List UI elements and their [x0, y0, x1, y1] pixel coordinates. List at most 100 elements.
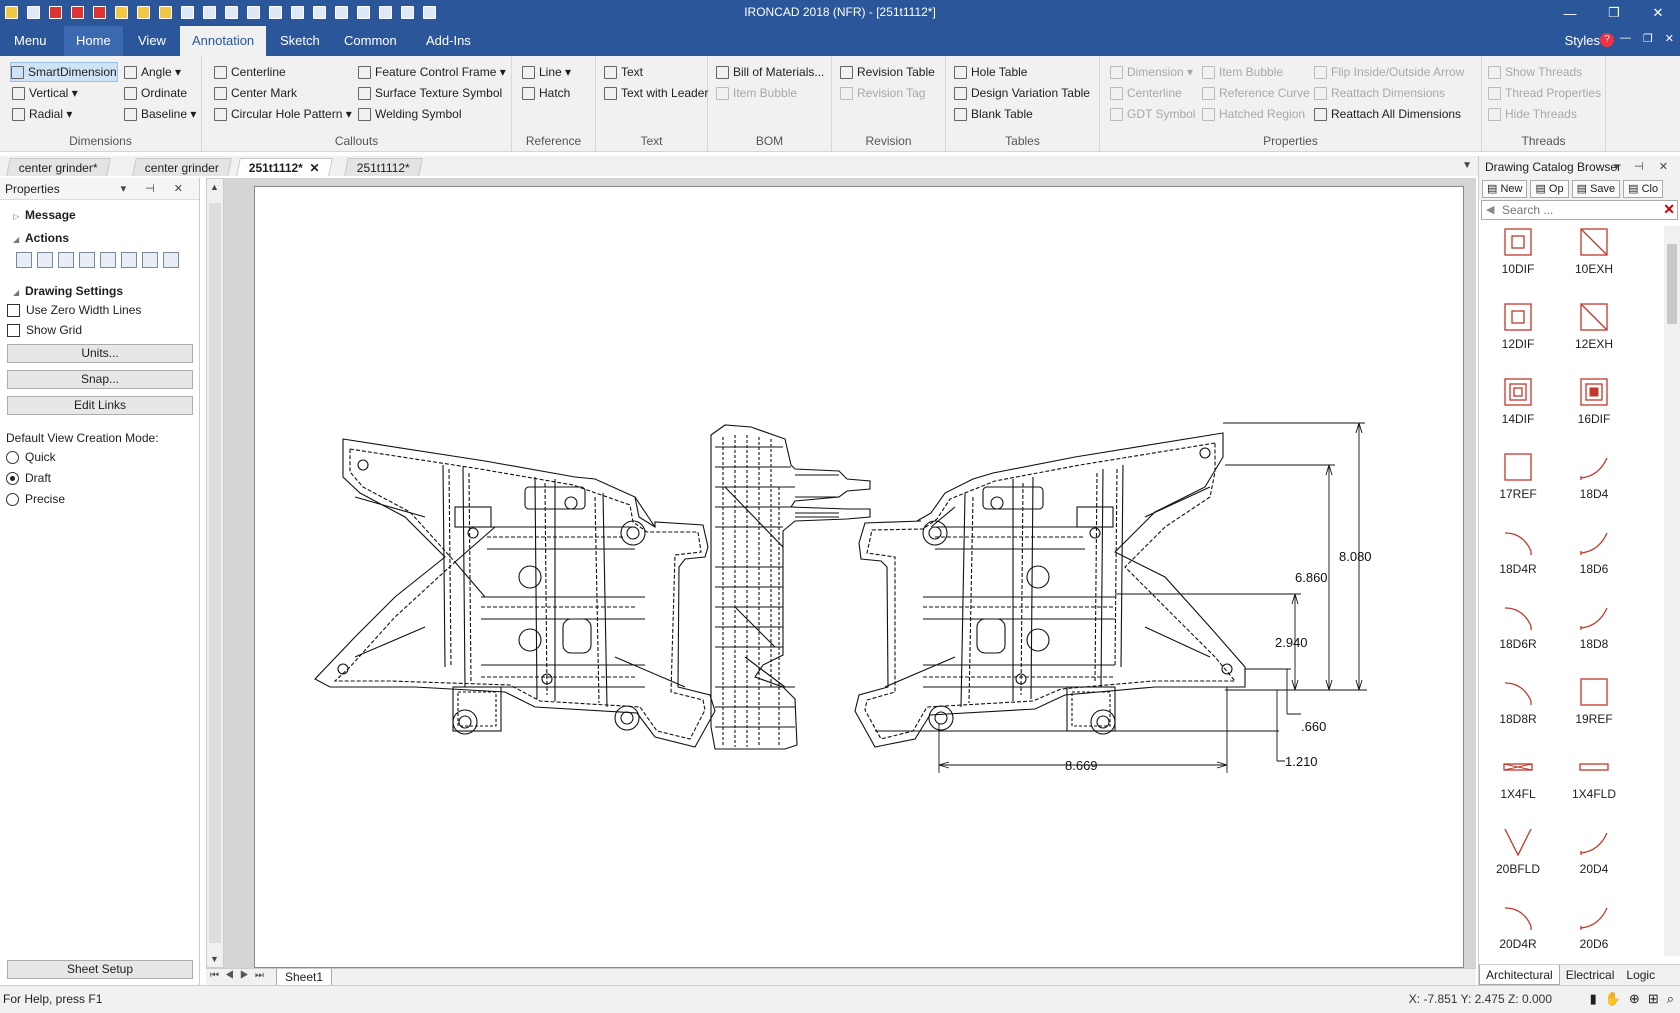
catalog-item[interactable]: 14DIF — [1483, 376, 1553, 446]
hatch-button[interactable]: Hatch — [522, 83, 570, 103]
catalog-save-button[interactable]: ▤ Save — [1571, 180, 1621, 198]
tab-sketch[interactable]: Sketch — [268, 26, 332, 56]
mode-draft-radio[interactable]: Draft — [6, 471, 51, 485]
smart-dimension-button[interactable]: SmartDimension — [10, 62, 118, 82]
action-sheet-icon[interactable] — [37, 252, 53, 268]
centerline-properties-button[interactable]: Centerline — [1110, 83, 1182, 103]
text-with-leader-button[interactable]: Text with Leader — [604, 83, 708, 103]
catalog-item[interactable]: 10EXH — [1559, 226, 1629, 296]
thread-properties-button[interactable]: Thread Properties — [1488, 83, 1601, 103]
message-section[interactable]: ▷ Message — [13, 208, 76, 222]
catalog-scroll-thumb[interactable] — [1667, 244, 1677, 324]
dim-6-860[interactable]: 6.860 — [1295, 570, 1328, 585]
dim-8-080[interactable]: 8.080 — [1339, 549, 1372, 564]
dimension-properties-button[interactable]: Dimension ▾ — [1110, 62, 1193, 82]
back-arrow-icon[interactable]: ◀ — [1486, 203, 1494, 216]
catalog-item[interactable]: 18D6 — [1559, 526, 1629, 596]
drawing-settings-section[interactable]: ◢ Drawing Settings — [13, 284, 123, 298]
catalog-item[interactable]: 19REF — [1559, 676, 1629, 746]
line-button[interactable]: Line ▾ — [522, 62, 571, 82]
mdi-close-button[interactable]: ✕ — [1665, 32, 1674, 45]
doc-tab-1[interactable]: center grinder* — [6, 158, 111, 176]
reattach-all-dimensions-button[interactable]: Reattach All Dimensions — [1314, 104, 1461, 124]
radial-dimension-button[interactable]: Radial ▾ — [12, 104, 72, 124]
catalog-open-button[interactable]: ▤ Op — [1530, 180, 1569, 198]
circular-hole-pattern-button[interactable]: Circular Hole Pattern ▾ — [214, 104, 352, 124]
units-button[interactable]: Units... — [7, 344, 193, 363]
action-list-icon[interactable] — [16, 252, 32, 268]
tabs-dropdown-icon[interactable]: ▼ — [1462, 160, 1472, 171]
front-view[interactable] — [314, 438, 716, 748]
edit-links-button[interactable]: Edit Links — [7, 396, 193, 415]
pan-hand-icon[interactable]: ✋ — [1605, 991, 1621, 1007]
action-grid-icon[interactable] — [163, 252, 179, 268]
reattach-dimensions-button[interactable]: Reattach Dimensions — [1314, 83, 1445, 103]
mode-quick-radio[interactable]: Quick — [6, 450, 56, 464]
clear-search-icon[interactable]: ✕ — [1663, 201, 1675, 218]
surface-texture-symbol-button[interactable]: Surface Texture Symbol — [358, 83, 502, 103]
dim-1-210[interactable]: 1.210 — [1285, 754, 1318, 769]
action-tree-icon[interactable] — [142, 252, 158, 268]
radio-circle-selected[interactable] — [6, 471, 19, 485]
action-cube-icon[interactable] — [121, 252, 137, 268]
catalog-item[interactable]: 18D6R — [1483, 601, 1553, 671]
zoom-window-icon[interactable]: ⊞ — [1648, 991, 1659, 1007]
flip-arrow-button[interactable]: Flip Inside/Outside Arrow — [1314, 62, 1464, 82]
catalog-item[interactable]: 12DIF — [1483, 301, 1553, 371]
action-table-icon[interactable] — [100, 252, 116, 268]
catalog-item[interactable]: 1X4FL — [1483, 751, 1553, 821]
show-threads-button[interactable]: Show Threads — [1488, 62, 1582, 82]
catalog-search-input[interactable] — [1502, 202, 1652, 218]
catalog-item[interactable]: 18D4 — [1559, 451, 1629, 521]
rear-view[interactable] — [854, 432, 1246, 748]
catalog-item[interactable]: 20BFLD — [1483, 826, 1553, 896]
text-button[interactable]: Text — [604, 62, 643, 82]
tab-annotation[interactable]: Annotation — [180, 26, 267, 56]
zoom-fit-icon[interactable]: ⌕ — [1667, 991, 1674, 1007]
catalog-item[interactable]: 17REF — [1483, 451, 1553, 521]
ordinate-dimension-button[interactable]: Ordinate — [124, 83, 187, 103]
scroll-thumb[interactable] — [209, 203, 221, 943]
hide-threads-button[interactable]: Hide Threads — [1488, 104, 1577, 124]
catalog-item[interactable]: 16DIF — [1559, 376, 1629, 446]
sheet-nav-arrows-icon[interactable]: ⏮◀▶⏭ — [210, 970, 270, 981]
drawing-canvas[interactable]: 8.080 6.860 2.940 .660 1.210 8.669 — [224, 178, 1476, 968]
baseline-dimension-button[interactable]: Baseline ▾ — [124, 104, 196, 124]
centerline-button[interactable]: Centerline — [214, 62, 286, 82]
checkbox-box[interactable] — [7, 303, 20, 317]
doc-tab-2[interactable]: center grinder — [132, 158, 232, 176]
catalog-tab-logic[interactable]: Logic — [1620, 965, 1661, 985]
catalog-scrollbar[interactable] — [1664, 226, 1680, 956]
tab-add-ins[interactable]: Add-Ins — [414, 26, 483, 56]
tab-menu[interactable]: Menu — [2, 26, 59, 56]
snap-button[interactable]: Snap... — [7, 370, 193, 389]
actions-section[interactable]: ◢ Actions — [13, 231, 69, 245]
action-folder-icon[interactable] — [79, 252, 95, 268]
dim-2-940[interactable]: 2.940 — [1275, 635, 1308, 650]
hole-table-button[interactable]: Hole Table — [954, 62, 1027, 82]
mdi-restore-button[interactable]: ❐ — [1643, 32, 1653, 45]
catalog-item[interactable]: 20D4 — [1559, 826, 1629, 896]
checkbox-box[interactable] — [7, 323, 20, 337]
mdi-minimize-button[interactable]: — — [1620, 32, 1631, 45]
vertical-dimension-button[interactable]: Vertical ▾ — [12, 83, 78, 103]
doc-tab-close-icon[interactable]: ✕ — [303, 159, 320, 177]
design-variation-table-button[interactable]: Design Variation Table — [954, 83, 1090, 103]
doc-tab-4[interactable]: 251t1112* — [344, 158, 423, 176]
side-view[interactable] — [710, 424, 871, 750]
catalog-item[interactable]: 18D8 — [1559, 601, 1629, 671]
tab-home[interactable]: Home — [64, 26, 123, 56]
action-view-icon[interactable] — [58, 252, 74, 268]
catalog-item[interactable]: 12EXH — [1559, 301, 1629, 371]
styles-menu[interactable]: Styles — [1565, 33, 1600, 48]
radio-circle[interactable] — [6, 492, 19, 506]
canvas-vertical-scrollbar[interactable]: ▲ ▼ — [206, 178, 224, 968]
catalog-item[interactable]: 10DIF — [1483, 226, 1553, 296]
bill-of-materials-button[interactable]: Bill of Materials... — [716, 62, 824, 82]
show-grid-checkbox[interactable]: Show Grid — [7, 323, 82, 337]
hatched-region-button[interactable]: Hatched Region — [1202, 104, 1305, 124]
ruler-icon[interactable]: ▮ — [1590, 991, 1597, 1007]
maximize-button[interactable]: ❐ — [1592, 0, 1636, 26]
catalog-tab-architectural[interactable]: Architectural — [1479, 965, 1560, 985]
drawing-sheet[interactable]: 8.080 6.860 2.940 .660 1.210 8.669 — [254, 186, 1464, 968]
